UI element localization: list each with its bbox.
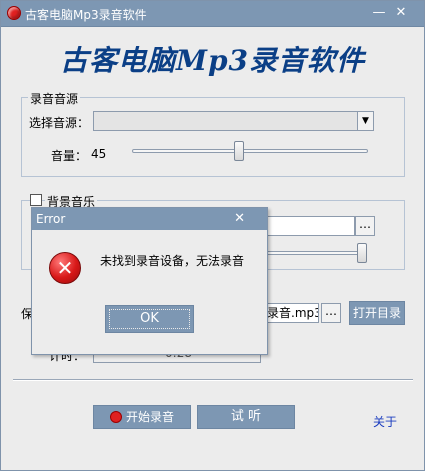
volume-value: 45 xyxy=(91,147,107,161)
error-message: 未找到录音设备，无法录音 xyxy=(100,254,245,268)
close-icon[interactable]: ✕ xyxy=(393,5,409,21)
start-record-button[interactable]: 开始录音 xyxy=(93,405,191,429)
source-group-title: 录音音源 xyxy=(28,90,81,107)
volume-label: 音量： xyxy=(51,149,88,163)
ok-label: OK xyxy=(140,311,159,326)
bgm-browse-button[interactable]: … xyxy=(355,216,375,236)
bgm-checkbox[interactable] xyxy=(30,194,42,206)
app-record-icon xyxy=(7,6,21,20)
bgm-file-field[interactable] xyxy=(263,216,355,236)
error-dialog: Error ✕ ✕ 未找到录音设备，无法录音 OK xyxy=(31,207,268,355)
chevron-down-icon[interactable]: ▼ xyxy=(357,112,373,130)
volume-slider-track[interactable] xyxy=(132,149,368,153)
error-dialog-title-bar[interactable]: Error ✕ xyxy=(32,208,267,230)
save-filename-field[interactable]: 录音.mp3 xyxy=(263,303,319,323)
ok-button[interactable]: OK xyxy=(105,305,194,333)
record-icon xyxy=(109,411,122,423)
title-bar[interactable]: 古客电脑Mp3录音软件 — ✕ xyxy=(1,1,424,27)
source-group: 录音音源 xyxy=(21,90,405,177)
close-icon[interactable]: ✕ xyxy=(234,211,245,226)
save-browse-button[interactable]: … xyxy=(321,303,341,323)
bgm-volume-thumb[interactable] xyxy=(357,243,367,263)
divider xyxy=(13,379,413,381)
source-select[interactable]: ▼ xyxy=(93,111,374,131)
minimize-icon[interactable]: — xyxy=(371,5,387,21)
about-link[interactable]: 关于 xyxy=(373,413,397,430)
app-title: 古客电脑Mp3录音软件 xyxy=(59,44,366,77)
error-dialog-title: Error xyxy=(36,212,66,226)
volume-slider-thumb[interactable] xyxy=(233,141,244,161)
open-directory-button[interactable]: 打开目录 xyxy=(349,301,405,325)
listen-button[interactable]: 试 听 xyxy=(197,405,295,429)
window-title: 古客电脑Mp3录音软件 xyxy=(25,8,147,22)
bgm-volume-track[interactable] xyxy=(263,251,367,255)
error-icon: ✕ xyxy=(49,252,81,284)
start-record-label: 开始录音 xyxy=(125,410,174,424)
select-source-label: 选择音源： xyxy=(29,116,90,130)
